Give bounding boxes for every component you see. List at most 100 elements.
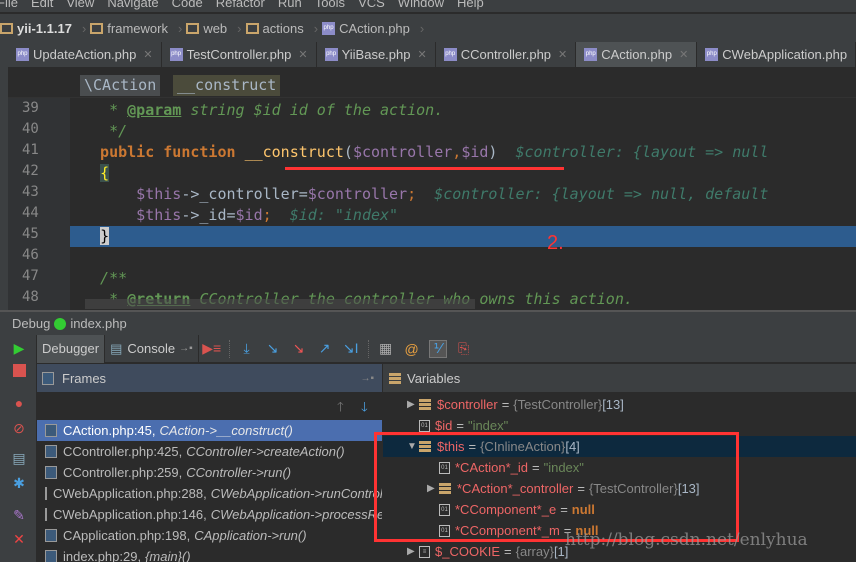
tab-cwebapplication[interactable]: php CWebApplication.php (697, 42, 856, 67)
menu-item-vcs[interactable]: VCS (358, 0, 385, 10)
previous-frame-icon[interactable]: 🡑 (337, 398, 344, 420)
variable-name: $controller (437, 397, 498, 412)
variable-row[interactable]: ▶ $controller = {TestController} [13] (383, 394, 856, 415)
breadcrumb-label: web (203, 20, 228, 36)
frame-item[interactable]: CController.php:259, CController->run() (37, 462, 382, 483)
frame-item[interactable]: CAction.php:45, CAction->__construct() (37, 420, 382, 441)
code-editor[interactable]: * @param string $id id of the action. */… (70, 98, 856, 310)
frame-item[interactable]: CController.php:425, CController->createA… (37, 441, 382, 462)
line-gutter: 39 40 41 42 43 44 45 46 47 48 (8, 98, 70, 310)
expand-arrow-icon[interactable]: ▶ (407, 399, 419, 410)
frame-item[interactable]: CWebApplication.php:288, CWebApplication-… (37, 483, 382, 504)
menu-item-view[interactable]: View (66, 0, 94, 10)
breadcrumb-item[interactable]: actions (245, 21, 310, 36)
show-execution-point-icon[interactable]: ▶≡ (202, 340, 221, 358)
close-tab-icon[interactable]: ✕ (417, 48, 426, 61)
php-file-icon: php (443, 48, 457, 61)
menu-item-navigate[interactable]: Navigate (107, 0, 158, 10)
step-over-icon[interactable]: ⤓ (238, 340, 256, 358)
close-icon[interactable]: ✕ (11, 531, 27, 547)
tab-ccontroller[interactable]: php CController.php ✕ (436, 42, 577, 67)
close-tab-icon[interactable]: ✕ (558, 48, 567, 61)
expand-arrow-icon[interactable]: ▶ (407, 546, 419, 557)
line-number: 46 (22, 247, 39, 263)
tab-testcontroller[interactable]: php TestController.php ✕ (162, 42, 317, 67)
force-step-into-icon[interactable]: ↘ (290, 340, 308, 358)
breadcrumb-item[interactable]: yii-1.1.17 (0, 21, 78, 36)
stop-icon[interactable] (13, 364, 26, 377)
php-file-icon: php (16, 48, 29, 61)
debug-toolbar: Debugger ▤ Console →▪ ▶≡ ⤓ ↘ ↘ ↗ ↘I ▦ @ ⅟ … (37, 334, 856, 363)
code-token: ( (343, 143, 353, 161)
breadcrumb-item[interactable]: php CAction.php (322, 21, 416, 36)
editor-context-bar: \CAction __construct (8, 67, 856, 98)
resume-icon[interactable]: ▶ (11, 340, 27, 356)
show-values-inline-icon[interactable]: ⅟ (428, 339, 447, 358)
variable-type: {TestController} (513, 397, 603, 412)
breadcrumb-item[interactable]: framework (90, 21, 174, 36)
run-to-cursor-icon[interactable]: ↘I (342, 340, 360, 358)
menu-item-run[interactable]: Run (278, 0, 302, 10)
menu-item-file[interactable]: File (0, 0, 18, 10)
debug-side-toolbar: ▶ ● ⊘ ▤ ✱ ✎ ✕ (0, 335, 37, 562)
menu-item-refactor[interactable]: Refactor (216, 0, 265, 10)
code-line: public function __construct($controller,… (70, 142, 856, 163)
menu-item-tools[interactable]: Tools (315, 0, 345, 10)
breadcrumb-item[interactable]: web (186, 21, 233, 36)
menu-item-help[interactable]: Help (457, 0, 484, 10)
pin-icon[interactable]: ✎ (11, 507, 27, 523)
restore-layout-icon[interactable]: ⎘ (455, 340, 473, 358)
divider (367, 339, 369, 358)
annotation-label: 2. (547, 232, 564, 254)
close-tab-icon[interactable]: ✕ (298, 48, 307, 61)
mute-breakpoints-icon[interactable]: ⊘ (11, 420, 27, 436)
frame-icon (45, 529, 57, 542)
watch-icon[interactable]: @ (403, 340, 421, 358)
frame-icon (45, 445, 57, 458)
code-line: $this->_id=$id; $id: "index" (70, 205, 856, 226)
frame-call: CController->createAction() (186, 444, 345, 459)
code-token: * (82, 101, 128, 119)
pin-tab-icon[interactable]: →▪ (179, 343, 193, 354)
frame-item[interactable]: CWebApplication.php:146, CWebApplication-… (37, 504, 382, 525)
tab-updateaction[interactable]: php UpdateAction.php ✕ (8, 42, 162, 67)
line-number: 40 (22, 121, 39, 137)
variables-title: Variables (407, 370, 461, 386)
pin-icon[interactable]: →▪ (360, 373, 374, 384)
frame-call: CAction->__construct() (159, 423, 293, 438)
folder-icon (245, 22, 259, 34)
frame-icon (45, 487, 47, 500)
breadcrumb-label: framework (107, 20, 168, 36)
step-out-icon[interactable]: ↗ (316, 340, 334, 358)
tab-label: UpdateAction.php (33, 47, 137, 62)
breakpoints-icon[interactable]: ● (11, 395, 27, 411)
step-into-icon[interactable]: ↘ (264, 340, 282, 358)
settings-icon[interactable]: ✱ (11, 475, 27, 491)
layout-icon[interactable]: ▤ (11, 450, 27, 466)
tab-caction[interactable]: php CAction.php ✕ (576, 42, 698, 67)
frame-item[interactable]: index.php:29, {main}() (37, 546, 382, 562)
tab-debugger[interactable]: Debugger (37, 334, 106, 363)
menu-item-window[interactable]: Window (398, 0, 444, 10)
code-line: } (70, 226, 856, 247)
close-tab-icon[interactable]: ✕ (143, 48, 152, 61)
php-file-icon: php (705, 48, 719, 61)
frame-item[interactable]: CApplication.php:198, CApplication->run() (37, 525, 382, 546)
context-class[interactable]: \CAction (80, 75, 161, 96)
next-frame-icon[interactable]: 🡓 (361, 398, 368, 420)
frame-icon (45, 466, 57, 479)
line-number: 42 (22, 163, 39, 179)
code-token: ->_id= (181, 206, 236, 224)
close-tab-icon[interactable]: ✕ (679, 48, 688, 61)
evaluate-expression-icon[interactable]: ▦ (377, 340, 395, 358)
left-tool-strip (0, 42, 8, 310)
menu-item-edit[interactable]: Edit (31, 0, 53, 10)
frame-file: CApplication.php:198, (63, 528, 191, 543)
tab-yiibase[interactable]: php YiiBase.php ✕ (317, 42, 436, 67)
editor-tabs: php UpdateAction.php ✕ php TestController.ph… (8, 42, 856, 67)
menu-item-code[interactable]: Code (172, 0, 203, 10)
code-token: */ (82, 122, 128, 140)
context-method[interactable]: __construct (173, 75, 281, 96)
horizontal-scrollbar[interactable] (85, 299, 475, 309)
tab-console[interactable]: ▤ Console →▪ (105, 334, 199, 363)
